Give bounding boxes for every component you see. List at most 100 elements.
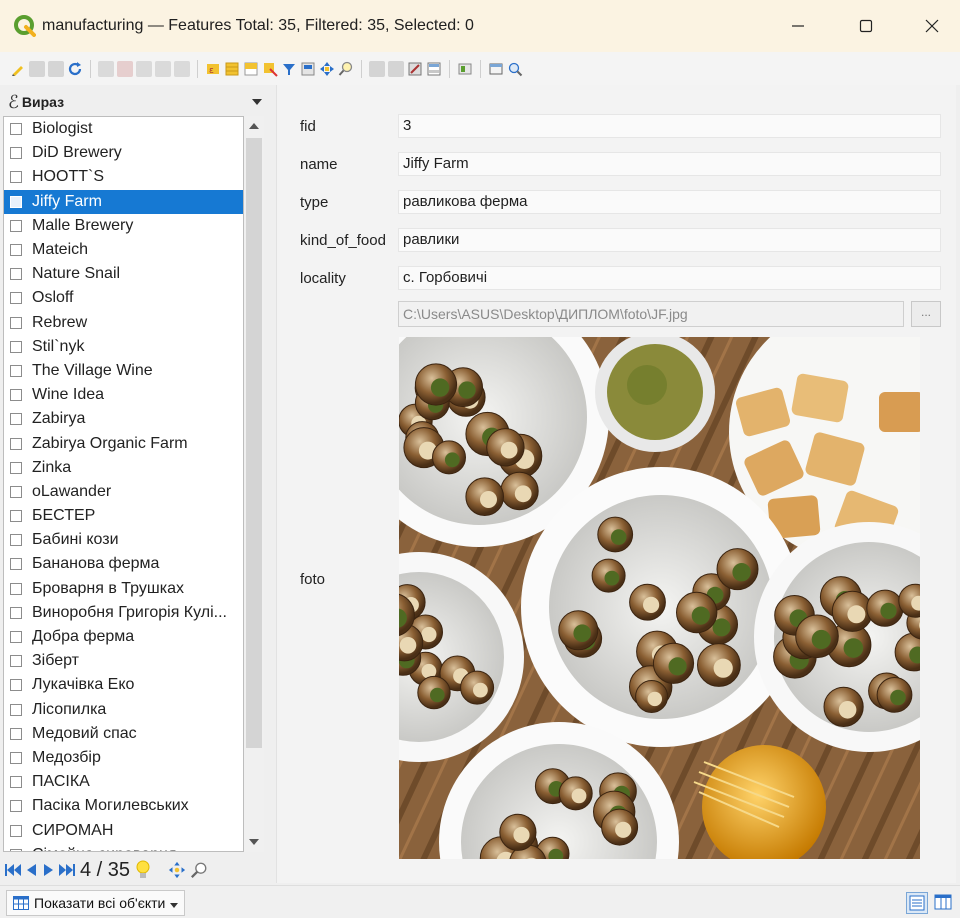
scroll-down-icon[interactable] bbox=[249, 839, 259, 845]
form-view-button[interactable] bbox=[906, 892, 928, 914]
list-item[interactable]: Wine Idea bbox=[4, 383, 243, 407]
add-feature-icon[interactable] bbox=[98, 60, 114, 77]
scroll-thumb[interactable] bbox=[246, 138, 262, 748]
list-item[interactable]: Бабині кози bbox=[4, 528, 243, 552]
previous-feature-button[interactable] bbox=[22, 859, 40, 881]
list-item[interactable]: Malle Brewery bbox=[4, 214, 243, 238]
field-value-locality[interactable]: с. Горбовичі bbox=[398, 266, 941, 290]
list-item-checkbox[interactable] bbox=[10, 413, 22, 426]
deselect-icon[interactable] bbox=[262, 61, 278, 77]
invert-selection-icon[interactable] bbox=[243, 61, 259, 77]
new-field-icon[interactable] bbox=[369, 60, 385, 77]
move-selection-top-icon[interactable] bbox=[300, 61, 316, 77]
field-calculator-icon[interactable] bbox=[407, 61, 423, 77]
refresh-icon[interactable] bbox=[67, 61, 83, 77]
dock-icon[interactable] bbox=[488, 61, 504, 77]
list-item[interactable]: HOOTT`S bbox=[4, 165, 243, 189]
next-feature-button[interactable] bbox=[40, 859, 58, 881]
list-item-checkbox[interactable] bbox=[10, 824, 22, 837]
list-item[interactable]: ПАСІКА bbox=[4, 770, 243, 794]
show-all-features-button[interactable]: Показати всі об'єкти bbox=[6, 890, 186, 916]
pan-to-feature-button[interactable] bbox=[168, 859, 186, 881]
list-item[interactable]: Zinka bbox=[4, 456, 243, 480]
list-item-checkbox[interactable] bbox=[10, 219, 22, 232]
conditional-formatting-icon[interactable] bbox=[426, 61, 442, 77]
list-item[interactable]: Osloff bbox=[4, 286, 243, 310]
select-all-icon[interactable] bbox=[224, 61, 240, 77]
list-item[interactable]: СИРОМАН bbox=[4, 818, 243, 842]
list-item-checkbox[interactable] bbox=[10, 558, 22, 571]
list-item-checkbox[interactable] bbox=[10, 631, 22, 644]
list-item[interactable]: Лукачівка Еко bbox=[4, 673, 243, 697]
list-item-checkbox[interactable] bbox=[10, 606, 22, 619]
browse-button[interactable]: ... bbox=[911, 301, 941, 327]
list-item-checkbox[interactable] bbox=[10, 534, 22, 547]
select-by-expression-icon[interactable]: ε bbox=[205, 61, 221, 77]
paste-icon[interactable] bbox=[174, 60, 190, 77]
list-item[interactable]: The Village Wine bbox=[4, 359, 243, 383]
zoom-to-selected-icon[interactable] bbox=[338, 61, 354, 77]
list-item[interactable]: Пасіка Могилевських bbox=[4, 794, 243, 818]
list-item[interactable]: Лісопилка bbox=[4, 698, 243, 722]
scroll-up-icon[interactable] bbox=[249, 123, 259, 129]
list-item[interactable]: Медозбір bbox=[4, 746, 243, 770]
list-item-checkbox[interactable] bbox=[10, 582, 22, 595]
field-value-name[interactable]: Jiffy Farm bbox=[398, 152, 941, 176]
highlight-feature-button[interactable] bbox=[134, 859, 152, 881]
list-scrollbar[interactable] bbox=[244, 116, 264, 852]
list-item-checkbox[interactable] bbox=[10, 147, 22, 160]
copy-icon[interactable] bbox=[155, 60, 171, 77]
list-item-checkbox[interactable] bbox=[10, 340, 22, 353]
list-item-checkbox[interactable] bbox=[10, 437, 22, 450]
list-item[interactable]: Mateich bbox=[4, 238, 243, 262]
list-item-checkbox[interactable] bbox=[10, 800, 22, 813]
list-item[interactable]: Виноробня Григорія Кулі... bbox=[4, 601, 243, 625]
list-item-checkbox[interactable] bbox=[10, 510, 22, 523]
zoom-to-feature-button[interactable] bbox=[190, 859, 208, 881]
list-item-checkbox[interactable] bbox=[10, 123, 22, 136]
list-item[interactable]: БЕСТЕР bbox=[4, 504, 243, 528]
save-icon[interactable] bbox=[48, 60, 64, 77]
list-item[interactable]: Jiffy Farm bbox=[4, 189, 243, 214]
list-item-checkbox[interactable] bbox=[10, 751, 22, 764]
pan-to-selected-icon[interactable] bbox=[319, 61, 335, 77]
list-item[interactable]: Stil`nyk bbox=[4, 335, 243, 359]
field-value-fid[interactable]: 3 bbox=[398, 114, 941, 138]
list-item-checkbox[interactable] bbox=[10, 364, 22, 377]
chevron-down-icon[interactable] bbox=[252, 99, 262, 105]
list-item[interactable]: Nature Snail bbox=[4, 262, 243, 286]
list-item[interactable]: Сімейна сироварня bbox=[4, 843, 243, 851]
list-item[interactable]: Зіберт bbox=[4, 649, 243, 673]
list-item-checkbox[interactable] bbox=[10, 244, 22, 257]
list-item[interactable]: oLawander bbox=[4, 480, 243, 504]
list-item-checkbox[interactable] bbox=[10, 389, 22, 402]
foto-path-field[interactable]: C:\Users\ASUS\Desktop\ДИПЛОМ\foto\JF.jpg bbox=[398, 301, 904, 327]
zoom-map-icon[interactable] bbox=[507, 61, 523, 77]
list-item-checkbox[interactable] bbox=[10, 316, 22, 329]
list-item-checkbox[interactable] bbox=[10, 171, 22, 184]
list-item-checkbox[interactable] bbox=[10, 655, 22, 668]
list-item[interactable]: DiD Brewery bbox=[4, 141, 243, 165]
delete-feature-icon[interactable] bbox=[117, 60, 133, 77]
list-item[interactable]: Медовий спас bbox=[4, 722, 243, 746]
filter-icon[interactable] bbox=[281, 61, 297, 77]
last-feature-button[interactable] bbox=[58, 859, 76, 881]
actions-icon[interactable] bbox=[457, 61, 473, 77]
list-item-checkbox[interactable] bbox=[10, 848, 22, 851]
list-item[interactable]: Бананова ферма bbox=[4, 552, 243, 576]
list-item-checkbox[interactable] bbox=[10, 727, 22, 740]
list-item[interactable]: Zabirya Organic Farm bbox=[4, 431, 243, 455]
minimize-button[interactable] bbox=[764, 0, 832, 52]
reload-icon[interactable] bbox=[29, 60, 45, 77]
list-item-checkbox[interactable] bbox=[10, 776, 22, 789]
delete-field-icon[interactable] bbox=[388, 60, 404, 77]
maximize-button[interactable] bbox=[832, 0, 900, 52]
list-item-checkbox[interactable] bbox=[10, 268, 22, 281]
table-view-button[interactable] bbox=[933, 892, 955, 914]
list-item-checkbox[interactable] bbox=[10, 703, 22, 716]
list-item[interactable]: Zabirya bbox=[4, 407, 243, 431]
list-item[interactable]: Броварня в Трушках bbox=[4, 577, 243, 601]
list-item-checkbox[interactable] bbox=[10, 485, 22, 498]
list-item-checkbox[interactable] bbox=[10, 195, 22, 208]
list-item-checkbox[interactable] bbox=[10, 679, 22, 692]
